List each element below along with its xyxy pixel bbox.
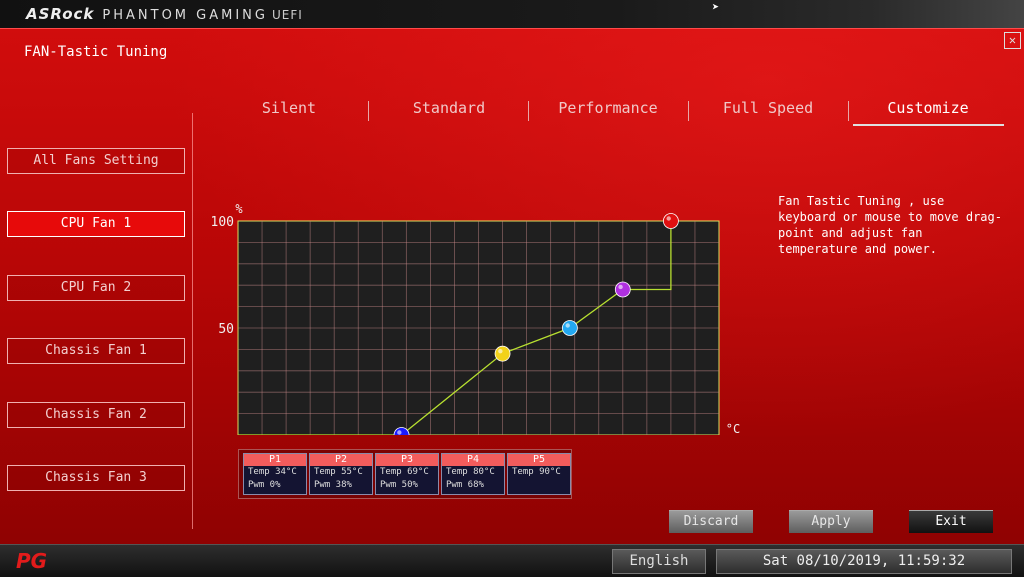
page-title: FAN-Tastic Tuning (24, 44, 168, 60)
language-selector[interactable]: English (612, 549, 706, 574)
drag-point-p4[interactable] (614, 281, 631, 298)
system-datetime[interactable]: Sat 08/10/2019, 11:59:32 (716, 549, 1012, 574)
brand-main: ASRock (26, 5, 95, 23)
drag-point-p2[interactable] (494, 345, 511, 362)
main-panel: FAN-Tastic Tuning ✕ Silent Standard Perf… (0, 28, 1024, 545)
drag-point-highlight (397, 430, 402, 435)
apply-button[interactable]: Apply (789, 510, 873, 533)
tab-separator (688, 101, 689, 121)
phantom-gaming-logo: PG (16, 549, 48, 573)
drag-point-highlight (618, 284, 623, 290)
point-pwm: Pwm 68% (446, 480, 484, 490)
drag-point-p5[interactable] (662, 213, 679, 229)
drag-point-highlight (565, 323, 570, 328)
point-box-p3[interactable]: P3 Temp 69°C Pwm 50% (375, 453, 439, 495)
point-label: P4 (442, 454, 504, 466)
exit-button[interactable]: Exit (909, 510, 993, 533)
tab-customize[interactable]: Customize (853, 99, 1003, 117)
point-box-p5[interactable]: P5 Temp 90°C (507, 453, 571, 495)
sidebar-item-cpu-fan-2[interactable]: CPU Fan 2 (7, 275, 185, 301)
tab-separator (848, 101, 849, 121)
sidebar-item-chassis-fan-1[interactable]: Chassis Fan 1 (7, 338, 185, 364)
tab-full-speed[interactable]: Full Speed (693, 99, 843, 117)
fan-tuning-description: Fan Tastic Tuning , use keyboard or mous… (778, 194, 1002, 256)
point-pwm: Pwm 50% (380, 480, 418, 490)
point-temp: Temp 34°C (248, 467, 297, 477)
point-label: P1 (244, 454, 306, 466)
brand-logo: ASRock PHANTOM GAMING UEFI (26, 5, 303, 23)
bottom-bar: PG English Sat 08/10/2019, 11:59:32 (0, 544, 1024, 577)
active-tab-underline (853, 124, 1004, 126)
drag-point-p3[interactable] (561, 320, 578, 336)
tab-silent[interactable]: Silent (214, 99, 364, 117)
x-axis-unit-label: °C (726, 422, 740, 435)
tab-separator (528, 101, 529, 121)
point-temp: Temp 90°C (512, 467, 561, 477)
sidebar-item-chassis-fan-3[interactable]: Chassis Fan 3 (7, 465, 185, 491)
fan-curve-chart[interactable]: 025507510010050%°C (206, 175, 756, 455)
brand-sub: PHANTOM GAMING (102, 8, 268, 23)
point-box-p2[interactable]: P2 Temp 55°C Pwm 38% (309, 453, 373, 495)
point-box-p1[interactable]: P1 Temp 34°C Pwm 0% (243, 453, 307, 495)
y-tick-label: 50 (218, 322, 234, 337)
top-bar: ASRock PHANTOM GAMING UEFI ➤ (0, 0, 1024, 28)
close-icon[interactable]: ✕ (1004, 32, 1021, 49)
tab-performance[interactable]: Performance (533, 99, 683, 117)
point-temp: Temp 55°C (314, 467, 363, 477)
tab-standard[interactable]: Standard (374, 99, 524, 117)
brand-suffix: UEFI (271, 8, 303, 22)
point-temp: Temp 69°C (380, 467, 429, 477)
point-pwm: Pwm 0% (248, 480, 281, 490)
point-box-p4[interactable]: P4 Temp 80°C Pwm 68% (441, 453, 505, 495)
fan-curve-svg[interactable]: 025507510010050%°C (206, 175, 756, 455)
sidebar-divider (192, 113, 193, 529)
y-tick-label: 100 (211, 215, 234, 230)
drag-point-highlight (666, 216, 671, 221)
tab-separator (368, 101, 369, 121)
point-label: P5 (508, 454, 570, 466)
point-label: P3 (376, 454, 438, 466)
point-pwm: Pwm 38% (314, 480, 352, 490)
y-axis-unit-label: % (235, 202, 243, 216)
drag-point-highlight (498, 348, 503, 354)
point-label: P2 (310, 454, 372, 466)
discard-button[interactable]: Discard (669, 510, 753, 533)
point-temp: Temp 80°C (446, 467, 495, 477)
sidebar-item-all-fans[interactable]: All Fans Setting (7, 148, 185, 174)
sidebar-item-cpu-fan-1[interactable]: CPU Fan 1 (7, 211, 185, 237)
point-info-panel: P1 Temp 34°C Pwm 0% P2 Temp 55°C Pwm 38%… (238, 449, 572, 499)
sidebar-item-chassis-fan-2[interactable]: Chassis Fan 2 (7, 402, 185, 428)
mouse-cursor-icon: ➤ (712, 0, 720, 14)
